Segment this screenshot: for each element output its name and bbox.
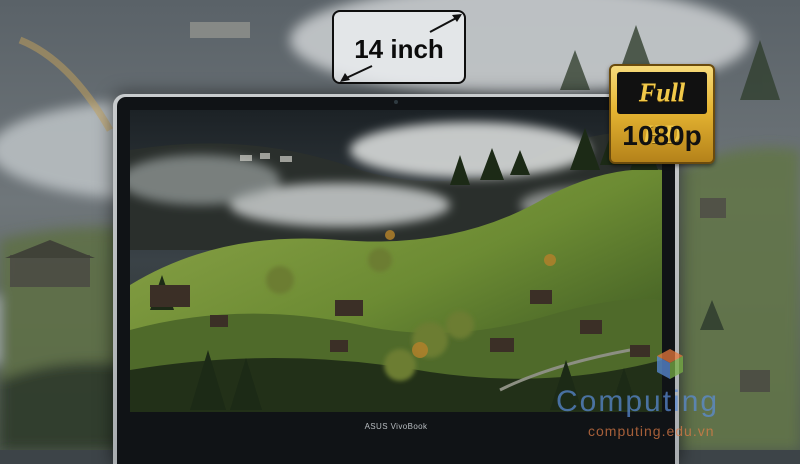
resolution-label: 1080p — [622, 120, 702, 151]
computing-logo-icon — [657, 349, 683, 379]
watermark-name: Computing — [556, 385, 720, 418]
watermark: Computing computing.edu.vn — [556, 349, 800, 450]
watermark-url: computing.edu.vn — [588, 423, 715, 439]
screen-size-badge: 14 inch — [332, 10, 466, 84]
laptop-screen — [130, 110, 662, 412]
full-hd-label: Full HD — [617, 72, 707, 149]
screen-size-label: 14 inch — [354, 34, 444, 64]
webcam-icon — [394, 100, 398, 104]
screen-landscape-image — [130, 110, 662, 412]
full-hd-badge: Full HD 1080p — [609, 64, 715, 164]
